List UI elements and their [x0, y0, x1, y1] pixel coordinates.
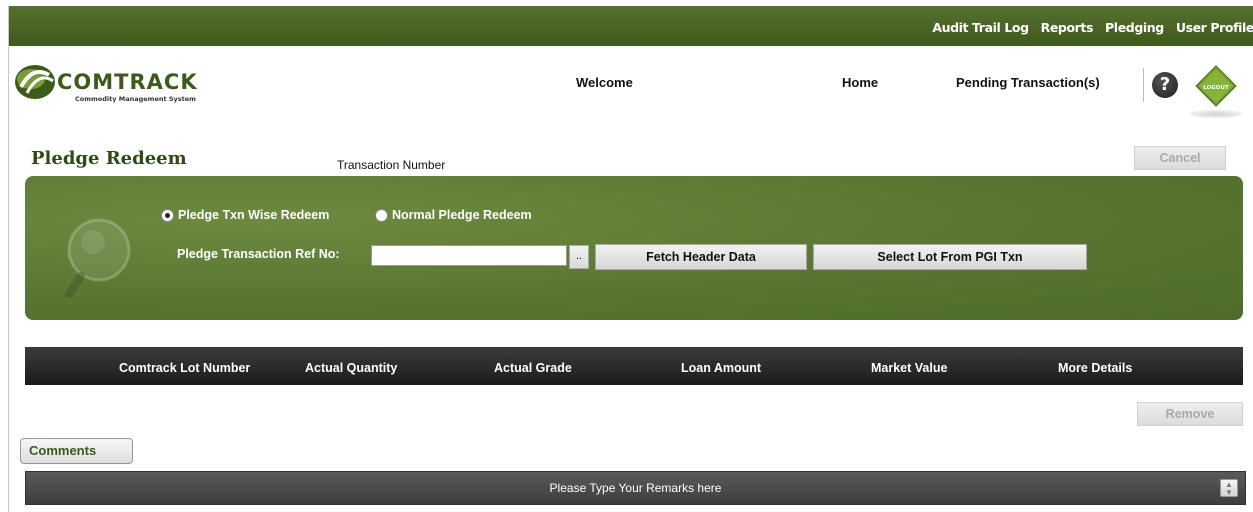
- col-actual-quantity: Actual Quantity: [305, 361, 398, 375]
- radio-normal-pledge-label: Normal Pledge Redeem: [392, 208, 532, 222]
- page-title: Pledge Redeem: [31, 148, 187, 169]
- header: COMTRACK Commodity Management System Wel…: [9, 46, 1253, 118]
- col-actual-grade: Actual Grade: [494, 361, 572, 375]
- header-divider: [1143, 68, 1144, 102]
- remarks-textarea[interactable]: Please Type Your Remarks here ▲ ▼: [25, 471, 1246, 505]
- top-nav: Audit Trail Log Reports Pledging User Pr…: [920, 20, 1253, 35]
- remarks-scroll-spinner-icon[interactable]: ▲ ▼: [1220, 479, 1238, 497]
- lot-table-header: Comtrack Lot Number Actual Quantity Actu…: [25, 347, 1243, 385]
- redeem-filter-panel: Pledge Txn Wise Redeem Normal Pledge Red…: [25, 176, 1243, 320]
- radio-normal-pledge-indicator[interactable]: [375, 208, 388, 222]
- magnifier-icon: [65, 218, 131, 298]
- nav-user-profile[interactable]: User Profile: [1176, 20, 1253, 35]
- logout-shadow: [1189, 110, 1243, 118]
- radio-pledge-txn-wise[interactable]: Pledge Txn Wise Redeem: [161, 208, 329, 222]
- radio-normal-pledge[interactable]: Normal Pledge Redeem: [375, 208, 532, 222]
- remarks-placeholder: Please Type Your Remarks here: [549, 481, 722, 495]
- nav-pledging[interactable]: Pledging: [1105, 20, 1164, 35]
- col-more-details: More Details: [1058, 361, 1133, 375]
- welcome-label: Welcome: [576, 75, 633, 90]
- help-icon[interactable]: ?: [1152, 72, 1178, 98]
- svg-text:Commodity Management System: Commodity Management System: [75, 95, 196, 103]
- remove-button[interactable]: Remove: [1137, 402, 1243, 426]
- radio-pledge-txn-wise-label: Pledge Txn Wise Redeem: [178, 208, 330, 222]
- comtrack-logo: COMTRACK Commodity Management System: [15, 65, 198, 103]
- home-link[interactable]: Home: [842, 75, 878, 90]
- pledge-ref-input[interactable]: [371, 245, 567, 266]
- pledge-ref-label: Pledge Transaction Ref No:: [177, 247, 340, 261]
- col-market-value: Market Value: [871, 361, 948, 375]
- svg-text:LOGOUT: LOGOUT: [1203, 85, 1229, 91]
- top-bar: Audit Trail Log Reports Pledging User Pr…: [9, 6, 1253, 46]
- radio-pledge-txn-wise-indicator[interactable]: [161, 208, 174, 222]
- pending-transactions-link[interactable]: Pending Transaction(s): [956, 75, 1100, 90]
- fetch-header-data-button[interactable]: Fetch Header Data: [595, 244, 807, 270]
- comments-button[interactable]: Comments: [20, 438, 133, 464]
- cancel-button[interactable]: Cancel: [1134, 146, 1226, 170]
- transaction-number-label: Transaction Number: [337, 158, 446, 172]
- app-frame: Audit Trail Log Reports Pledging User Pr…: [8, 6, 1253, 512]
- col-comtrack-lot-number: Comtrack Lot Number: [119, 361, 251, 375]
- col-loan-amount: Loan Amount: [681, 361, 762, 375]
- logout-icon[interactable]: LOGOUT: [1195, 65, 1237, 107]
- pledge-ref-lookup-button[interactable]: ..: [569, 245, 589, 269]
- svg-text:COMTRACK: COMTRACK: [57, 70, 198, 94]
- nav-audit-trail-log[interactable]: Audit Trail Log: [932, 20, 1029, 35]
- nav-reports[interactable]: Reports: [1041, 20, 1094, 35]
- select-lot-button[interactable]: Select Lot From PGI Txn: [813, 244, 1087, 270]
